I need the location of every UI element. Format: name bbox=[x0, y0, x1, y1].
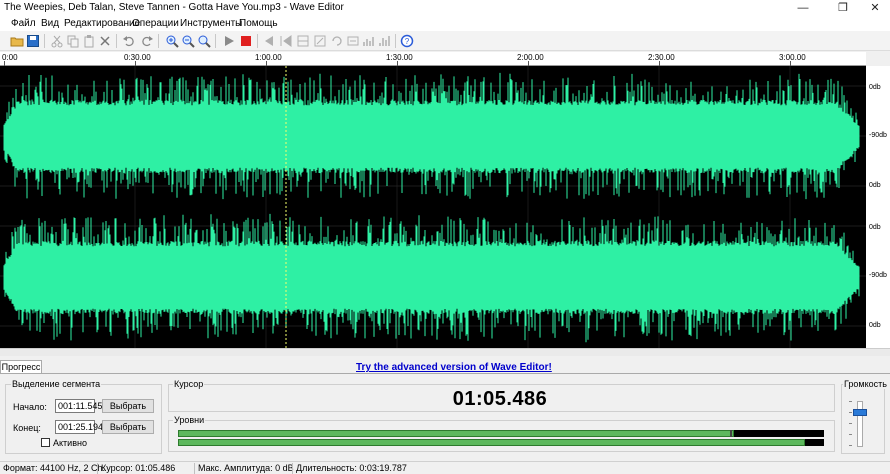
open-folder-icon[interactable] bbox=[10, 34, 24, 48]
invert-icon[interactable] bbox=[362, 34, 376, 48]
db-label: 0db bbox=[869, 182, 881, 189]
time-ruler[interactable]: 0:00 0:30.00 1:00.00 1:30.00 2:00.00 2:3… bbox=[0, 52, 866, 66]
zoom-in-icon[interactable] bbox=[165, 34, 179, 48]
menu-help[interactable]: Помощь bbox=[239, 18, 278, 29]
window-title: The Weepies, Deb Talan, Steve Tannen - G… bbox=[4, 2, 344, 13]
waveform-channel-left bbox=[3, 72, 860, 200]
toolbar-separator bbox=[395, 34, 396, 48]
ruler-label: 3:00.00 bbox=[779, 53, 806, 62]
menu-view[interactable]: Вид bbox=[41, 18, 59, 29]
menu-operations[interactable]: Операции bbox=[132, 18, 179, 29]
segment-start-select-button[interactable]: Выбрать bbox=[102, 399, 154, 413]
minimize-button[interactable]: — bbox=[786, 0, 820, 16]
silence-icon[interactable] bbox=[330, 34, 344, 48]
normalize-icon[interactable] bbox=[296, 34, 310, 48]
volume-group-title: Громкость bbox=[843, 379, 888, 389]
wave-editor-window: The Weepies, Deb Talan, Steve Tannen - G… bbox=[0, 0, 890, 474]
status-separator bbox=[194, 463, 195, 474]
svg-text:?: ? bbox=[405, 37, 410, 46]
waveform-view[interactable] bbox=[0, 66, 866, 348]
copy-icon[interactable] bbox=[66, 34, 80, 48]
db-label: -90db bbox=[869, 272, 887, 279]
amplify-icon[interactable] bbox=[313, 34, 327, 48]
segment-active-label: Активно bbox=[53, 438, 87, 448]
db-label: -90db bbox=[869, 132, 887, 139]
ruler-label: 1:00.00 bbox=[255, 53, 282, 62]
menu-bar: Файл Вид Редактирование Операции Инструм… bbox=[0, 16, 890, 31]
volume-tick bbox=[849, 401, 852, 402]
toolbar-separator bbox=[44, 34, 45, 48]
status-separator bbox=[292, 463, 293, 474]
segment-end-input[interactable]: 001:25.194 bbox=[55, 420, 103, 434]
zoom-out-icon[interactable] bbox=[181, 34, 195, 48]
levels-group-title: Уровни bbox=[173, 415, 206, 425]
status-separator bbox=[97, 463, 98, 474]
volume-slider-track[interactable] bbox=[857, 401, 863, 447]
ruler-label: 0:30.00 bbox=[124, 53, 151, 62]
undo-icon[interactable] bbox=[122, 34, 136, 48]
toolbar-separator bbox=[158, 34, 159, 48]
db-label: 0db bbox=[869, 224, 881, 231]
db-label: 0db bbox=[869, 322, 881, 329]
waveform-channel-right bbox=[3, 213, 860, 343]
volume-group bbox=[841, 384, 885, 454]
volume-tick bbox=[849, 434, 852, 435]
upgrade-link[interactable]: Try the advanced version of Wave Editor! bbox=[356, 362, 552, 373]
segment-end-label: Конец: bbox=[13, 423, 41, 433]
fade-in-icon[interactable] bbox=[262, 34, 276, 48]
toolbar-separator bbox=[116, 34, 117, 48]
fade-out-icon[interactable] bbox=[279, 34, 293, 48]
redo-icon[interactable] bbox=[140, 34, 154, 48]
level-meter-left bbox=[178, 430, 734, 437]
segment-end-select-button[interactable]: Выбрать bbox=[102, 420, 154, 434]
menu-file[interactable]: Файл bbox=[11, 18, 36, 29]
menu-tools[interactable]: Инструменты bbox=[180, 18, 242, 29]
delete-icon[interactable] bbox=[98, 34, 112, 48]
status-duration: Длительность: 0:03:19.787 bbox=[296, 463, 407, 473]
title-bar: The Weepies, Deb Talan, Steve Tannen - G… bbox=[0, 0, 890, 16]
level-meter-left-peak bbox=[730, 430, 732, 437]
paste-icon[interactable] bbox=[82, 34, 96, 48]
menu-edit[interactable]: Редактирование bbox=[64, 18, 140, 29]
maximize-button[interactable]: ❐ bbox=[826, 0, 860, 16]
cursor-time-display: 01:05.486 bbox=[452, 388, 548, 410]
reverse-icon[interactable] bbox=[346, 34, 360, 48]
segment-start-label: Начало: bbox=[13, 402, 47, 412]
db-label: 0db bbox=[869, 84, 881, 91]
toolbar-separator bbox=[215, 34, 216, 48]
volume-slider-thumb[interactable] bbox=[853, 409, 867, 416]
tab-progress[interactable]: Прогресс bbox=[0, 360, 42, 374]
segment-active-checkbox[interactable] bbox=[41, 438, 50, 447]
volume-tick bbox=[849, 445, 852, 446]
status-format: Формат: 44100 Hz, 2 Ch. bbox=[3, 463, 106, 473]
segment-start-input[interactable]: 001:11.545 bbox=[55, 399, 102, 413]
close-button[interactable]: ✕ bbox=[858, 0, 890, 16]
volume-tick bbox=[849, 412, 852, 413]
horizontal-scrollbar[interactable] bbox=[0, 348, 890, 356]
db-scale: 0db -90db 0db 0db -90db 0db bbox=[866, 66, 890, 348]
status-bar: Формат: 44100 Hz, 2 Ch. Курсор: 01:05.48… bbox=[0, 461, 890, 474]
help-icon[interactable]: ? bbox=[400, 34, 414, 48]
ruler-label: 2:00.00 bbox=[517, 53, 544, 62]
save-icon[interactable] bbox=[26, 34, 40, 48]
cut-icon[interactable] bbox=[50, 34, 64, 48]
spectrum-icon[interactable] bbox=[378, 34, 392, 48]
ruler-label: 2:30.00 bbox=[648, 53, 675, 62]
segment-group-title: Выделение сегмента bbox=[11, 379, 102, 389]
play-icon[interactable] bbox=[222, 34, 236, 48]
status-cursor: Курсор: 01:05.486 bbox=[101, 463, 176, 473]
toolbar-separator bbox=[257, 34, 258, 48]
waveform-canvas[interactable] bbox=[0, 66, 866, 348]
status-max-amplitude: Макс. Амплитуда: 0 dB bbox=[198, 463, 294, 473]
record-icon[interactable] bbox=[239, 34, 253, 48]
level-meter-right bbox=[178, 439, 805, 446]
toolbar: ? bbox=[0, 31, 890, 51]
ruler-label: 1:30.00 bbox=[386, 53, 413, 62]
volume-tick bbox=[849, 423, 852, 424]
zoom-fit-icon[interactable] bbox=[197, 34, 211, 48]
